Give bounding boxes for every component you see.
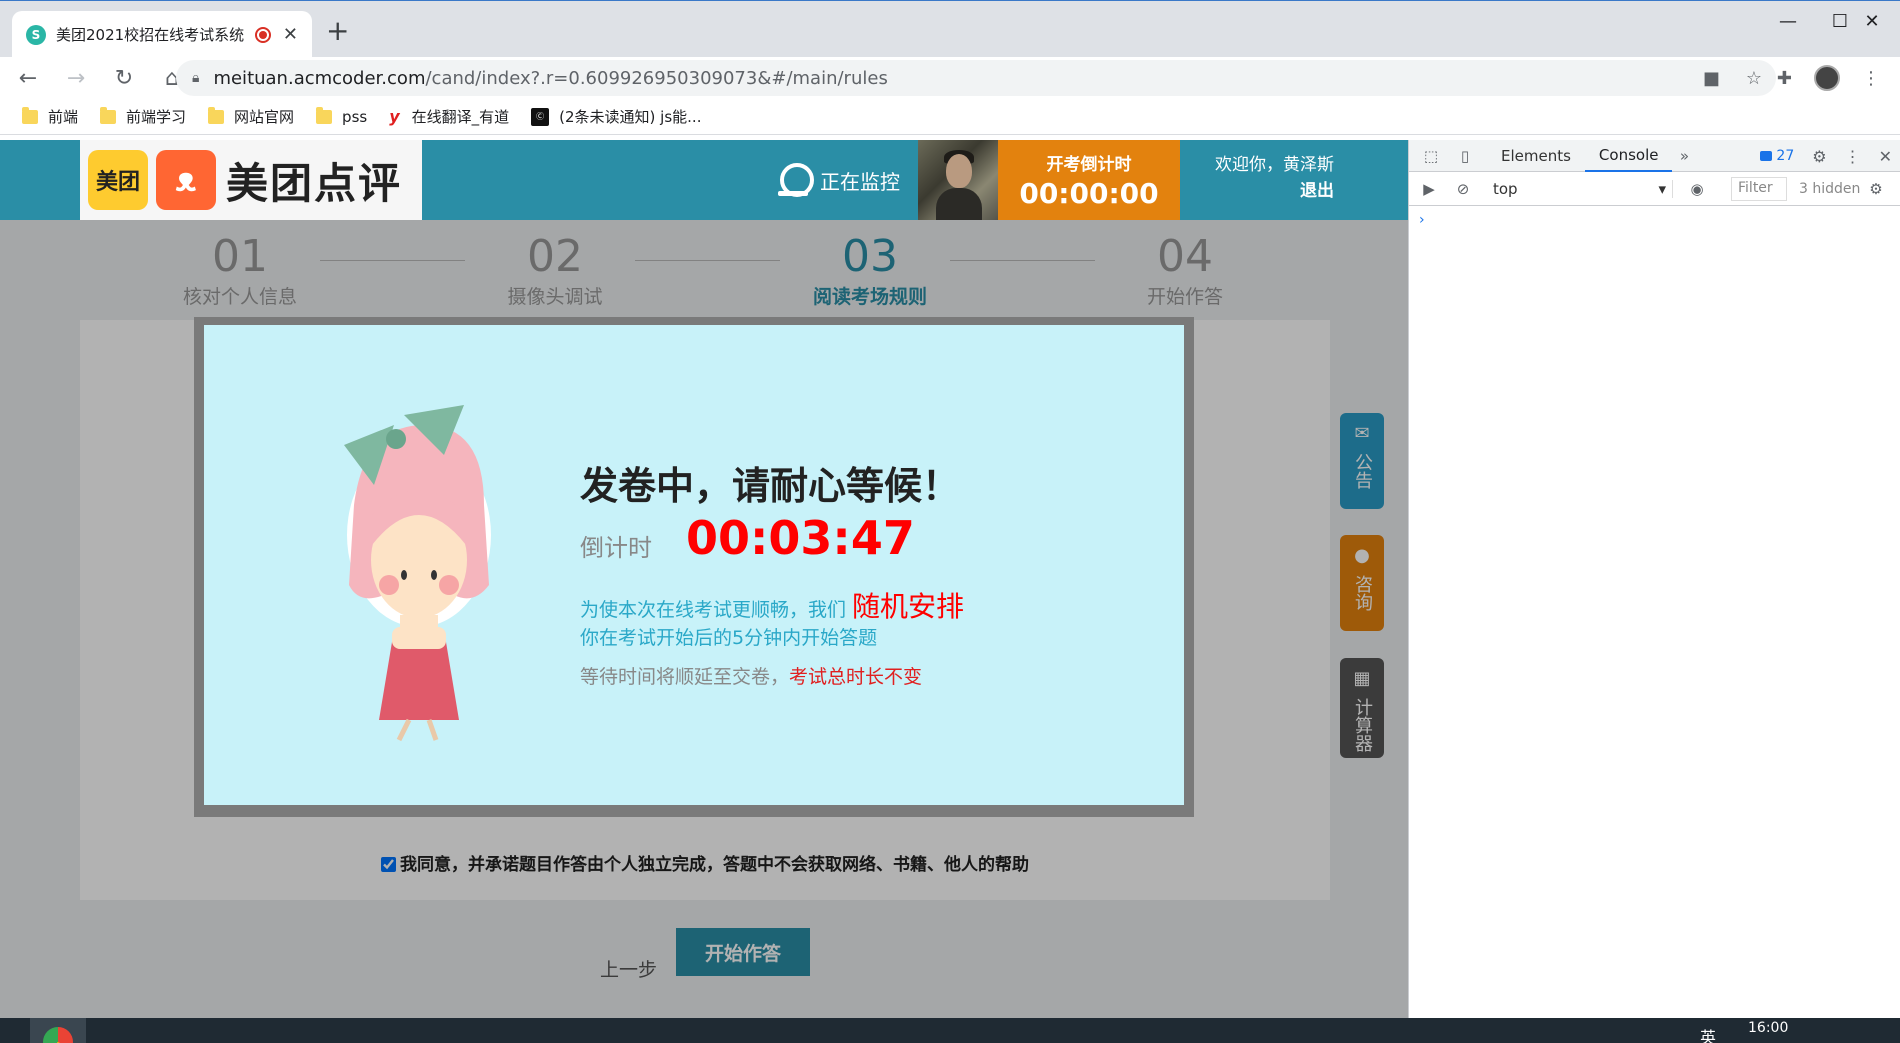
folder-icon: [22, 106, 38, 124]
bookmark-item[interactable]: 前端学习: [100, 106, 186, 127]
extensions-icon[interactable]: ✚: [1777, 68, 1792, 89]
waiting-modal: 发卷中，请耐心等候！ 倒计时 00:03:47 为使本次在线考试更顺畅，我们 随机…: [194, 317, 1194, 817]
countdown-value: 00:00:00: [1019, 177, 1159, 210]
console-toolbar: ▶ ⊘ top ▾ ◉ Filter 3 hidden ⚙: [1409, 172, 1900, 206]
devtools-panel: ⬚ ▯ Elements Console » 27 ⚙ ⋮ ✕ ▶ ⊘ top ▾…: [1408, 140, 1900, 1018]
webcam-icon: [778, 163, 814, 197]
context-select[interactable]: top ▾: [1493, 179, 1673, 198]
os-taskbar: 英 16:00: [0, 1018, 1900, 1043]
total-time-highlight: 考试总时长不变: [789, 666, 923, 688]
page-header: 美团 ᴥ 美团点评 正在监控 开考倒计时 00:00:00 欢迎你，黄泽斯 退出: [0, 140, 1408, 220]
close-window-button[interactable]: ✕: [1844, 1, 1900, 41]
recording-icon: [254, 26, 271, 43]
folder-icon: [100, 106, 117, 124]
url-path: /cand/index?.r=0.609926950309073&#/main/…: [425, 67, 888, 89]
welcome-area: 欢迎你，黄泽斯 退出: [1194, 152, 1334, 204]
console-settings-icon[interactable]: ⚙: [1864, 179, 1888, 199]
camera-icon[interactable]: ■: [1703, 68, 1720, 89]
inspect-icon[interactable]: ⬚: [1419, 146, 1443, 166]
hidden-count[interactable]: 3 hidden: [1799, 181, 1860, 197]
close-devtools-icon[interactable]: ✕: [1879, 147, 1892, 166]
lock-icon: 🔒︎: [192, 70, 200, 86]
tab-console[interactable]: Console: [1584, 140, 1673, 172]
bookmark-item[interactable]: pss: [316, 106, 367, 126]
forward-button[interactable]: →: [56, 66, 96, 91]
modal-line-2: 你在考试开始后的5分钟内开始答题: [580, 627, 878, 649]
devtools-tabbar: ⬚ ▯ Elements Console » 27 ⚙ ⋮ ✕: [1409, 140, 1900, 172]
random-arrangement-highlight: 随机安排: [852, 590, 965, 623]
brand-name: 美团点评: [226, 158, 403, 208]
bookmark-item[interactable]: Ⓒ (2条未读通知) js能...: [531, 106, 701, 127]
monitor-status: 正在监控: [778, 140, 900, 220]
modal-countdown-value: 00:03:47: [686, 511, 915, 565]
close-tab-icon[interactable]: ✕: [283, 24, 298, 45]
modal-countdown: 倒计时 00:03:47: [580, 511, 915, 565]
folder-icon: [316, 106, 333, 124]
site-icon: Ⓒ: [531, 107, 550, 126]
device-toggle-icon[interactable]: ▯: [1453, 146, 1477, 166]
issues-badge[interactable]: 27: [1760, 148, 1794, 164]
browser-tab[interactable]: S 美团2021校招在线考试系统 ✕: [12, 11, 312, 58]
sidebar-toggle-icon[interactable]: ▶: [1417, 179, 1441, 199]
tab-strip: S 美团2021校招在线考试系统 ✕ + — ☐ ✕: [0, 0, 1900, 58]
input-language[interactable]: 英: [1700, 1024, 1716, 1043]
countdown-label: 开考倒计时: [1046, 155, 1132, 175]
url-host: meituan.acmcoder.com: [213, 67, 426, 89]
tab-elements[interactable]: Elements: [1487, 140, 1585, 172]
logout-link[interactable]: 退出: [1194, 178, 1334, 204]
console-prompt[interactable]: ›: [1409, 206, 1900, 234]
address-bar[interactable]: 🔒︎ meituan.acmcoder.com/cand/index?.r=0.…: [176, 60, 1776, 96]
settings-icon[interactable]: ⚙: [1812, 147, 1826, 166]
tab-favicon: S: [26, 24, 46, 45]
reload-button[interactable]: ↻: [104, 66, 144, 91]
modal-title: 发卷中，请耐心等候！: [580, 464, 961, 508]
dianping-logo-icon: ᴥ: [156, 150, 216, 210]
menu-icon[interactable]: ⋮: [1862, 68, 1880, 89]
filter-input[interactable]: Filter: [1731, 176, 1787, 201]
exam-page: 美团 ᴥ 美团点评 正在监控 开考倒计时 00:00:00 欢迎你，黄泽斯 退出…: [0, 140, 1408, 1018]
bookmark-item[interactable]: y 在线翻译_有道: [389, 106, 509, 127]
more-tabs-icon[interactable]: »: [1672, 146, 1696, 166]
meituan-logo: 美团: [88, 150, 148, 210]
logo: 美团 ᴥ 美团点评: [80, 140, 422, 220]
webcam-preview: [918, 140, 998, 220]
browser-toolbar: ← → ↻ ⌂ 🔒︎ meituan.acmcoder.com/cand/ind…: [0, 57, 1900, 99]
new-tab-button[interactable]: +: [326, 17, 349, 45]
modal-body: 发卷中，请耐心等候！ 倒计时 00:03:47 为使本次在线考试更顺畅，我们 随机…: [204, 325, 1184, 805]
minimize-button[interactable]: —: [1760, 1, 1816, 41]
exam-countdown: 开考倒计时 00:00:00: [998, 140, 1180, 220]
dropdown-arrow-icon: ▾: [1658, 179, 1666, 198]
devtools-menu-icon[interactable]: ⋮: [1845, 147, 1861, 166]
youdao-icon: y: [389, 107, 400, 126]
modal-line-3: 等待时间将顺延至交卷，考试总时长不变: [580, 666, 923, 688]
chrome-taskbar-icon[interactable]: [30, 1018, 86, 1043]
bookmarks-bar: 前端 前端学习 网站官网 pss y 在线翻译_有道 Ⓒ (2条未读通知) js能.…: [0, 99, 1900, 135]
eye-icon[interactable]: ◉: [1685, 179, 1709, 199]
clear-console-icon[interactable]: ⊘: [1451, 179, 1475, 199]
profile-avatar[interactable]: [1814, 65, 1840, 91]
cartoon-girl-illustration: [344, 405, 491, 742]
clock: 16:00: [1748, 1020, 1789, 1036]
modal-line-1: 为使本次在线考试更顺畅，我们 随机安排: [580, 590, 965, 623]
welcome-text: 欢迎你，黄泽斯: [1215, 155, 1334, 175]
tab-title: 美团2021校招在线考试系统: [56, 26, 245, 44]
bookmark-item[interactable]: 前端: [22, 106, 78, 127]
back-button[interactable]: ←: [8, 66, 48, 91]
modal-countdown-label: 倒计时: [580, 533, 652, 562]
folder-icon: [208, 106, 225, 124]
bookmark-item[interactable]: 网站官网: [208, 106, 294, 127]
star-icon[interactable]: ☆: [1746, 68, 1762, 89]
